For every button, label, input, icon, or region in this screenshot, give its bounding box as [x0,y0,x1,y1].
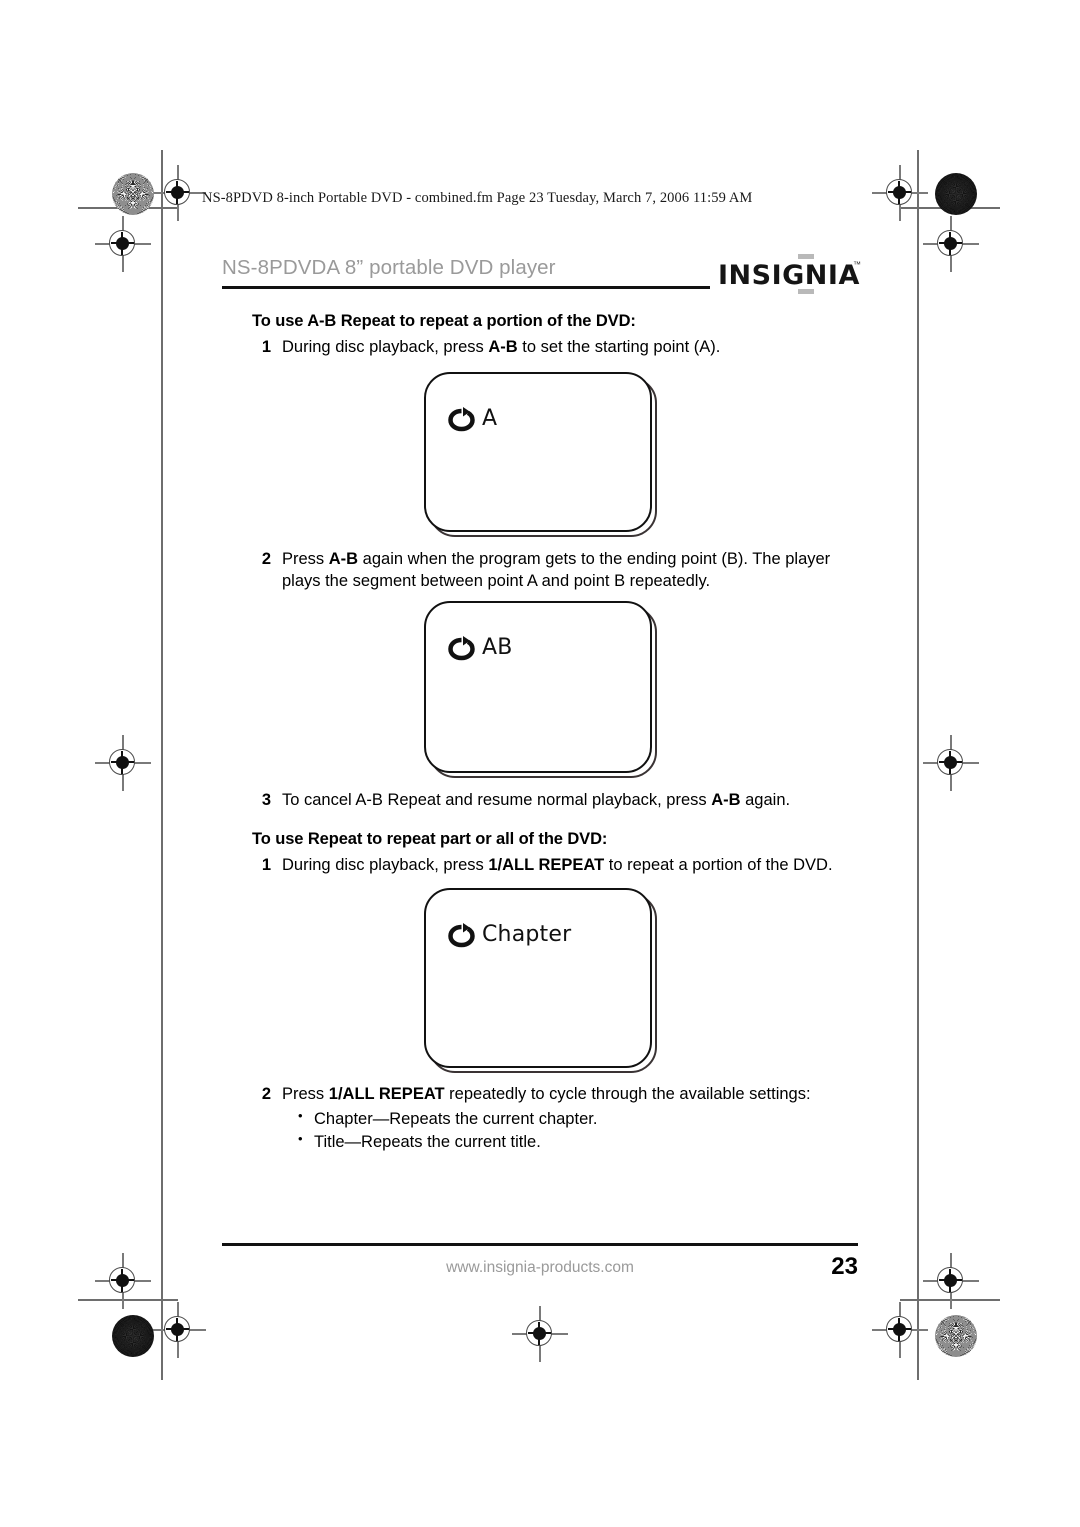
heading-ab-repeat: To use A-B Repeat to repeat a portion of… [252,312,636,330]
footer-rule [222,1243,858,1246]
repeat-icon [448,922,475,947]
osd-label: AB [482,635,513,661]
step-text-bold: A-B [488,338,518,356]
repeat-icon [448,635,475,661]
logo-trademark-symbol: ™ [853,260,861,269]
file-slugline: NS-8PDVD 8-inch Portable DVD - combined.… [202,190,753,206]
repeat-settings-list: Chapter—Repeats the current chapter. Tit… [252,1107,860,1154]
registration-mark-bottom-right-outer [923,1253,979,1309]
logo-cap-top-icon [798,254,814,259]
insignia-logo: INSIGNIA ™ [718,254,861,298]
registration-mark-bottom-right-inner [872,1302,928,1358]
step-text-bold: 1/ALL REPEAT [488,855,605,874]
color-rosette-top-right [935,173,977,215]
step-text-bold: 1/ALL REPEAT [328,1084,445,1103]
step-text-bold: A-B [328,549,359,568]
trim-line-top-right-horizontal [900,207,1000,209]
page-title: NS-8PDVDA 8” portable DVD player [222,256,556,279]
step-number: 2 [261,549,271,568]
logo-wordmark: INSIGNIA [718,260,860,291]
osd-indicator: Chapter [448,922,572,948]
step-2-repeat: 2 Press 1/ALL REPEAT repeatedly to cycle… [252,1084,860,1106]
heading-repeat: To use Repeat to repeat part or all of t… [252,829,608,848]
color-rosette-bottom-right [935,1315,977,1357]
registration-mark-top-right-outer [923,216,979,272]
step-text: Press 1/ALL REPEAT repeatedly to cycle t… [282,1084,860,1106]
footer-website-url: www.insignia-products.com [446,1259,634,1276]
osd-screen-a: A [424,371,657,537]
registration-mark-bottom-left-inner [150,1302,206,1358]
step-2-ab: 2 Press A-B again when the program gets … [252,549,860,593]
trim-line-bottom-horizontal [78,1299,178,1301]
header-rule [222,286,710,289]
step-1-repeat: 1 During disc playback, press 1/ALL REPE… [252,855,860,877]
step-text: To cancel A-B Repeat and resume normal p… [282,790,860,812]
osd-screen-chapter: Chapter [424,887,657,1073]
step-text-post: to repeat a portion of the DVD. [604,855,833,874]
step-text-pre: To cancel A-B Repeat and resume normal p… [282,790,712,809]
color-rosette-bottom-left [112,1315,154,1357]
step-text: Press A-B again when the program gets to… [282,549,860,593]
step-text-post: repeatedly to cycle through the availabl… [444,1084,811,1103]
registration-mark-top-right-inner [872,165,928,221]
step-number: 3 [261,790,271,809]
step-text: During disc playback, press A-B to set t… [282,337,860,359]
repeat-icon [448,406,475,432]
registration-mark-left-middle [95,735,151,791]
trim-line-top-horizontal [78,207,178,209]
page-content: To use A-B Repeat to repeat a portion of… [252,312,860,1154]
trim-line-bottom-right-horizontal [900,1299,1000,1301]
step-number: 1 [261,338,271,356]
trim-line-right-vertical [917,150,919,1380]
osd-label: Chapter [482,922,572,948]
screen-frame: A [424,371,652,532]
osd-indicator: A [448,406,498,432]
trim-line-left-vertical [161,150,163,1380]
registration-mark-bottom-center [512,1306,568,1362]
step-text-post: again when the program gets to the endin… [282,549,831,590]
step-text-pre: During disc playback, press [282,855,489,874]
list-item: Chapter—Repeats the current chapter. [252,1107,860,1131]
registration-mark-right-middle [923,735,979,791]
registration-mark-top-left-inner [150,165,206,221]
step-text: During disc playback, press 1/ALL REPEAT… [282,855,860,877]
page-footer: www.insignia-products.com 23 [222,1243,858,1289]
step-text-post: to set the starting point (A). [517,338,721,356]
registration-mark-top-left-outer [95,216,151,272]
list-item: Title—Repeats the current title. [252,1130,860,1154]
osd-screen-ab: AB [424,600,657,778]
step-1-ab: 1 During disc playback, press A-B to set… [252,337,860,359]
step-number: 2 [261,1084,271,1103]
page-number: 23 [831,1253,858,1280]
step-number: 1 [261,855,271,874]
screen-frame: Chapter [424,887,652,1068]
osd-label: A [482,406,498,432]
step-text-pre: Press [282,1084,329,1103]
step-3-ab: 3 To cancel A-B Repeat and resume normal… [252,790,860,812]
registration-mark-bottom-left-outer [95,1253,151,1309]
step-text-post: again. [740,790,791,809]
step-text-bold: A-B [711,790,741,809]
color-rosette-top-left [112,173,154,215]
step-text-pre: During disc playback, press [282,338,489,356]
osd-indicator: AB [448,635,513,661]
step-text-pre: Press [282,549,329,568]
screen-frame: AB [424,600,652,773]
